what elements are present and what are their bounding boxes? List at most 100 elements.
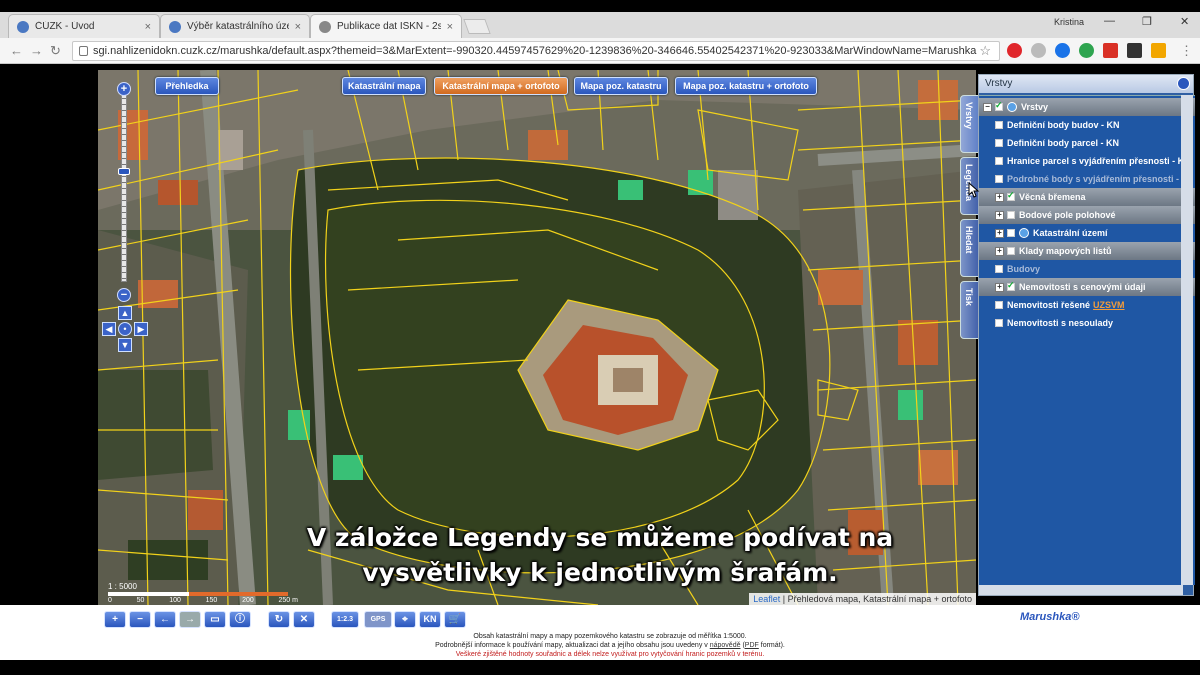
collapse-icon[interactable]: − <box>983 102 992 112</box>
layer-tree: − Vrstvy Definiční body budov - KN Defin… <box>979 95 1195 585</box>
layer-nemovitosti-nesoulady[interactable]: Nemovitosti s nesoulady <box>979 314 1195 332</box>
clear-tool[interactable]: ✕ <box>293 611 315 628</box>
pan-center-icon[interactable]: • <box>118 322 132 336</box>
zoom-thumb[interactable] <box>118 168 130 175</box>
footer-warning: Veškeré zjištěné hodnoty souřadnic a dél… <box>455 651 765 658</box>
dark-extension-icon[interactable] <box>1127 43 1142 58</box>
layer-checkbox[interactable] <box>995 100 1003 111</box>
mail-icon[interactable] <box>1151 43 1166 58</box>
bookmark-star-icon[interactable]: ☆ <box>979 43 991 59</box>
panel-vertical-scrollbar[interactable] <box>1181 95 1193 585</box>
play-icon[interactable] <box>1055 43 1070 58</box>
tab-label: Publikace dat ISKN - 2s <box>337 21 441 32</box>
layer-checkbox[interactable] <box>995 121 1003 129</box>
help-link[interactable]: nápovědě <box>710 642 741 649</box>
footer-text: Podrobnější informace k používání mapy, … <box>435 642 708 649</box>
zoom-out-tool[interactable]: − <box>129 611 151 628</box>
zoom-out-icon[interactable]: − <box>117 288 131 302</box>
expand-icon[interactable]: + <box>995 228 1004 238</box>
forward-icon[interactable]: → <box>30 43 43 58</box>
layer-klady-mapovych-listu[interactable]: + Klady mapových listů <box>979 242 1195 260</box>
layer-checkbox[interactable] <box>1007 247 1015 255</box>
layer-definicni-body-parcel[interactable]: Definiční body parcel - KN <box>979 134 1195 152</box>
layer-button-katastralni-mapa-ortofoto[interactable]: Katastrální mapa + ortofoto <box>434 77 568 95</box>
close-icon[interactable]: × <box>295 21 301 33</box>
minimize-icon[interactable]: — <box>1104 15 1115 27</box>
tab-label: Výběr katastrálního úzen <box>187 21 289 32</box>
reload-icon[interactable]: ↻ <box>50 43 61 59</box>
pdf-link[interactable]: PDF <box>745 642 759 649</box>
layer-checkbox[interactable] <box>1007 280 1015 291</box>
zoom-in-icon[interactable]: + <box>117 82 131 96</box>
layer-nemovitosti-resene[interactable]: Nemovitosti řešené UZSVM <box>979 296 1195 314</box>
layer-button-katastralni-mapa[interactable]: Katastrální mapa <box>342 77 426 95</box>
info-tool[interactable]: ⓘ <box>229 611 251 628</box>
scale-tick: 250 m <box>278 597 298 604</box>
scale-tick: 150 <box>205 597 218 604</box>
tab-vrstvy[interactable]: Vrstvy <box>960 95 980 153</box>
locate-tool[interactable]: ⌖ <box>394 611 416 628</box>
layer-checkbox[interactable] <box>995 265 1003 273</box>
cart-tool[interactable]: 🛒 <box>444 611 466 628</box>
leaflet-link[interactable]: Leaflet <box>753 594 780 604</box>
pan-right-icon[interactable]: ▶ <box>134 322 148 336</box>
expand-icon[interactable]: + <box>995 282 1004 292</box>
opera-icon[interactable] <box>1007 43 1022 58</box>
tab-tisk[interactable]: Tisk <box>960 281 980 339</box>
expand-icon[interactable]: + <box>995 210 1004 220</box>
layer-katastralni-uzemi[interactable]: + Katastrální území <box>979 224 1195 242</box>
new-tab-button[interactable] <box>463 19 491 34</box>
menu-icon[interactable]: ⋮ <box>1180 43 1193 59</box>
scale-tool[interactable]: 1:2.3 <box>331 611 359 628</box>
layer-checkbox[interactable] <box>1007 229 1015 237</box>
overview-button[interactable]: Přehledka <box>155 77 219 95</box>
layer-checkbox[interactable] <box>995 301 1003 309</box>
refresh-tool[interactable]: ↻ <box>268 611 290 628</box>
green-extension-icon[interactable] <box>1079 43 1094 58</box>
panel-info-icon[interactable] <box>1177 77 1190 90</box>
uzsvm-link[interactable]: UZSVM <box>1093 300 1125 310</box>
layer-bodove-pole[interactable]: + Bodové pole polohové <box>979 206 1195 224</box>
zoom-slider[interactable]: + − <box>117 82 131 302</box>
layer-checkbox[interactable] <box>995 157 1003 165</box>
pan-up-icon[interactable]: ▲ <box>118 306 132 320</box>
red-extension-icon[interactable] <box>1103 43 1118 58</box>
kn-tool[interactable]: KN <box>419 611 441 628</box>
expand-icon[interactable]: + <box>995 246 1004 256</box>
close-icon[interactable]: × <box>447 21 453 33</box>
layer-checkbox[interactable] <box>995 139 1003 147</box>
layer-definicni-body-budov[interactable]: Definiční body budov - KN <box>979 116 1195 134</box>
profile-name[interactable]: Kristina <box>1054 17 1084 27</box>
layer-vrstvy[interactable]: − Vrstvy <box>979 98 1195 116</box>
zoom-track[interactable] <box>121 92 127 282</box>
maximize-icon[interactable]: ❐ <box>1142 15 1152 28</box>
layer-checkbox[interactable] <box>1007 190 1015 201</box>
back-icon[interactable]: ← <box>10 43 23 58</box>
close-icon[interactable]: × <box>145 21 151 33</box>
tab-vyber-katastralniho[interactable]: Výběr katastrálního úzen × <box>160 14 310 38</box>
expand-icon[interactable]: + <box>995 192 1004 202</box>
address-bar[interactable]: sgi.nahlizenidokn.cuzk.cz/marushka/defau… <box>72 41 1000 61</box>
grey-extension-icon[interactable] <box>1031 43 1046 58</box>
tab-publikace-iskn[interactable]: Publikace dat ISKN - 2s × <box>310 14 462 38</box>
layer-button-mapa-poz-katastru[interactable]: Mapa poz. katastru <box>574 77 668 95</box>
zoom-in-tool[interactable]: + <box>104 611 126 628</box>
gps-tool[interactable]: GPS <box>364 611 392 628</box>
zoom-rectangle-tool[interactable]: ▭ <box>204 611 226 628</box>
tab-cuzk-uvod[interactable]: ČÚZK - Úvod × <box>8 14 160 38</box>
layer-button-mapa-poz-katastru-ortofoto[interactable]: Mapa poz. katastru + ortofoto <box>675 77 817 95</box>
layer-hranice-parcel[interactable]: Hranice parcel s vyjádřením přesnosti - … <box>979 152 1195 170</box>
tab-hledat[interactable]: Hledat <box>960 219 980 277</box>
layer-vecna-bremena[interactable]: + Věcná břemena <box>979 188 1195 206</box>
layer-budovy[interactable]: Budovy <box>979 260 1195 278</box>
pan-down-icon[interactable]: ▼ <box>118 338 132 352</box>
previous-view-tool[interactable]: ← <box>154 611 176 628</box>
layer-checkbox[interactable] <box>995 175 1003 183</box>
layer-checkbox[interactable] <box>995 319 1003 327</box>
next-view-tool[interactable]: → <box>179 611 201 628</box>
layer-podrobne-body[interactable]: Podrobné body s vyjádřením přesnosti - K <box>979 170 1195 188</box>
layer-checkbox[interactable] <box>1007 211 1015 219</box>
pan-left-icon[interactable]: ◀ <box>102 322 116 336</box>
close-window-icon[interactable]: ✕ <box>1180 15 1189 28</box>
layer-nemovitosti-cenove-udaje[interactable]: + Nemovitosti s cenovými údaji <box>979 278 1195 296</box>
